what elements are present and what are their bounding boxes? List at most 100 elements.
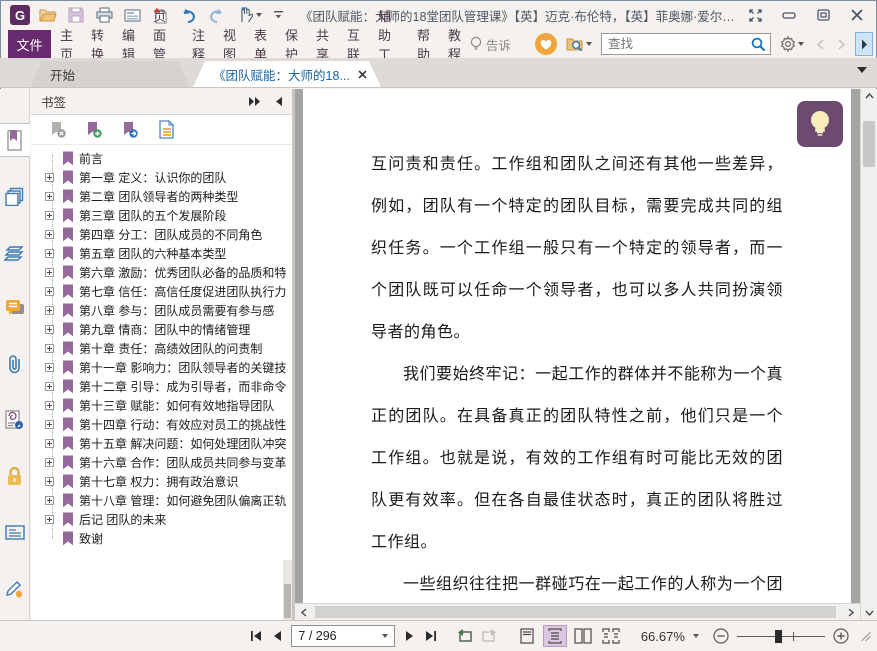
- add-bookmark-icon[interactable]: [83, 119, 105, 141]
- bookmark-item[interactable]: 第六章 激励：优秀团队必备的品质和特: [41, 263, 292, 282]
- page-number-input[interactable]: [298, 629, 379, 643]
- menu-item[interactable]: 转换: [82, 28, 113, 62]
- expand-toggle-icon[interactable]: [41, 265, 57, 281]
- expand-panel-icon[interactable]: [249, 97, 261, 106]
- open-icon[interactable]: [36, 4, 60, 26]
- form-fields-icon[interactable]: [0, 515, 30, 549]
- zoom-dropdown-icon[interactable]: [692, 634, 699, 638]
- tab-list-dropdown-icon[interactable]: [857, 67, 867, 73]
- zoom-in-button[interactable]: [833, 626, 849, 646]
- expand-toggle-icon[interactable]: [41, 379, 57, 395]
- scroll-down-icon[interactable]: [865, 610, 874, 616]
- bookmark-item[interactable]: 第十章 责任：高绩效团队的问责制: [41, 339, 292, 358]
- expand-toggle-icon[interactable]: [41, 189, 57, 205]
- menu-item[interactable]: 辅助工具: [369, 9, 408, 81]
- single-page-view-icon[interactable]: [515, 625, 539, 647]
- security-icon[interactable]: [0, 459, 30, 493]
- bookmark-item[interactable]: 第五章 团队的六种基本类型: [41, 244, 292, 263]
- page-thumbnails-icon[interactable]: [0, 179, 30, 213]
- scroll-left-icon[interactable]: [295, 607, 313, 617]
- menu-item[interactable]: 保护: [276, 28, 307, 62]
- zoom-slider-thumb[interactable]: [774, 630, 782, 643]
- scroll-up-icon[interactable]: [865, 93, 874, 99]
- expand-toggle-icon[interactable]: [41, 341, 57, 357]
- scroll-left-icon[interactable]: [813, 33, 827, 55]
- continuous-facing-view-icon[interactable]: [599, 625, 623, 647]
- print-icon[interactable]: [92, 4, 116, 26]
- menu-item[interactable]: 共享: [307, 28, 338, 62]
- sign-icon[interactable]: [0, 571, 30, 605]
- tab-document[interactable]: 《团队赋能：大师的18...: [193, 61, 381, 87]
- next-page-button[interactable]: [401, 626, 417, 646]
- menu-item[interactable]: 注释: [183, 28, 214, 62]
- bookmark-item[interactable]: 第十六章 合作：团队成员共同参与变革: [41, 453, 292, 472]
- bookmark-item[interactable]: 第二章 团队领导者的两种类型: [41, 187, 292, 206]
- expand-toggle-icon[interactable]: [41, 455, 57, 471]
- bookmark-item[interactable]: 第十三章 赋能：如何有效地指导团队: [41, 396, 292, 415]
- bookmark-item[interactable]: 致谢: [41, 529, 292, 548]
- bookmark-item[interactable]: 第七章 信任：高信任度促进团队执行力: [41, 282, 292, 301]
- zoom-slider[interactable]: [736, 626, 825, 646]
- horizontal-scrollbar[interactable]: [295, 603, 860, 620]
- gear-icon[interactable]: [778, 33, 806, 55]
- bookmark-item[interactable]: 第八章 参与：团队成员需要有参与感: [41, 301, 292, 320]
- expand-toggle-icon[interactable]: [41, 151, 57, 167]
- expand-toggle-icon[interactable]: [41, 360, 57, 376]
- expand-toggle-icon[interactable]: [41, 208, 57, 224]
- bookmark-item[interactable]: 第十八章 管理：如何避免团队偏离正轨: [41, 491, 292, 510]
- menu-item[interactable]: 表单: [245, 28, 276, 62]
- bookmark-item[interactable]: 第三章 团队的五个发展阶段: [41, 206, 292, 225]
- customize-toolbar-icon[interactable]: [270, 4, 286, 26]
- bookmark-item[interactable]: 第九章 情商：团队中的情绪管理: [41, 320, 292, 339]
- search-icon[interactable]: [751, 37, 766, 52]
- tab-start[interactable]: 开始: [30, 61, 190, 87]
- bookmark-item[interactable]: 后记 团队的未来: [41, 510, 292, 529]
- bookmark-item[interactable]: 第十七章 权力：拥有政治意识: [41, 472, 292, 491]
- expand-toggle-icon[interactable]: [41, 303, 57, 319]
- bookmark-item[interactable]: 第一章 定义：认识你的团队: [41, 168, 292, 187]
- menu-item[interactable]: 帮助: [408, 28, 439, 62]
- bookmark-item[interactable]: 第十一章 影响力：团队领导者的关键技: [41, 358, 292, 377]
- expand-toggle-icon[interactable]: [41, 398, 57, 414]
- delete-bookmark-icon[interactable]: [47, 119, 69, 141]
- search-input[interactable]: [608, 37, 751, 51]
- email-icon[interactable]: [120, 4, 144, 26]
- vertical-scroll-thumb[interactable]: [863, 121, 875, 167]
- expand-bookmarks-icon[interactable]: [155, 119, 177, 141]
- bookmark-item[interactable]: 第四章 分工：团队成员的不同角色: [41, 225, 292, 244]
- tab-close-icon[interactable]: [358, 70, 367, 79]
- expand-toggle-icon[interactable]: [41, 227, 57, 243]
- vertical-scrollbar[interactable]: [860, 89, 877, 620]
- zoom-out-button[interactable]: [713, 626, 729, 646]
- redo-icon[interactable]: [204, 4, 228, 26]
- expand-toggle-icon[interactable]: [41, 284, 57, 300]
- previous-page-button[interactable]: [270, 626, 286, 646]
- menu-item[interactable]: 视图: [214, 28, 245, 62]
- arrange-icon[interactable]: [745, 4, 765, 26]
- menu-item[interactable]: 页面管理: [144, 9, 183, 81]
- expand-toggle-icon[interactable]: [41, 493, 57, 509]
- folder-search-icon[interactable]: [564, 33, 594, 55]
- sidebar-scrollbar[interactable]: [283, 560, 292, 620]
- attachments-icon[interactable]: [0, 347, 30, 381]
- continuous-view-icon[interactable]: [542, 625, 567, 647]
- expand-toggle-icon[interactable]: [41, 417, 57, 433]
- expand-toggle-icon[interactable]: [41, 170, 57, 186]
- favorite-heart-icon[interactable]: [535, 33, 557, 55]
- bookmarks-panel-icon[interactable]: [0, 123, 30, 157]
- expand-toggle-icon[interactable]: [41, 512, 57, 528]
- facing-view-icon[interactable]: [571, 625, 595, 647]
- horizontal-scroll-thumb[interactable]: [315, 606, 836, 618]
- scroll-right-icon[interactable]: [834, 33, 848, 55]
- menu-item[interactable]: 教程: [439, 28, 470, 62]
- first-page-button[interactable]: [248, 626, 264, 646]
- comments-icon[interactable]: [0, 291, 30, 325]
- layers-icon[interactable]: [0, 235, 30, 269]
- save-icon[interactable]: [64, 4, 88, 26]
- restore-icon[interactable]: [813, 4, 833, 26]
- collapse-panel-icon[interactable]: [275, 97, 282, 106]
- resize-grip[interactable]: [861, 630, 871, 643]
- scroll-right-icon[interactable]: [842, 607, 860, 617]
- bookmark-item[interactable]: 第十二章 引导：成为引导者，而非命令: [41, 377, 292, 396]
- hand-tool-icon[interactable]: [232, 4, 266, 26]
